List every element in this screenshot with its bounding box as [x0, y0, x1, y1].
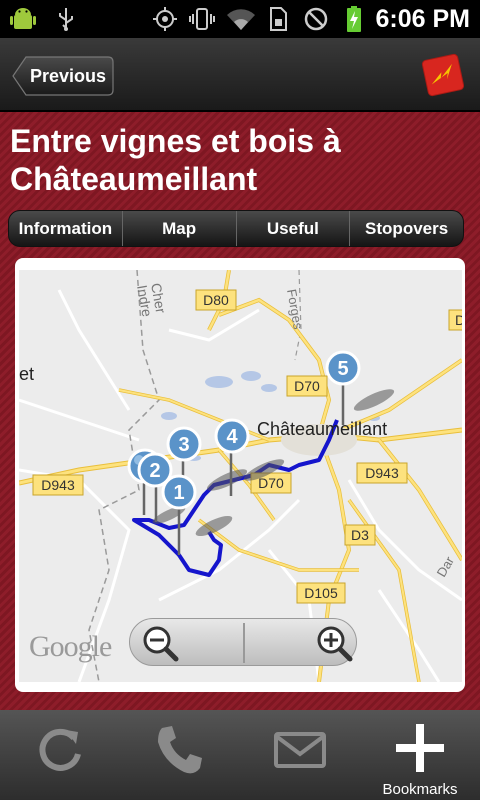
- place-label-edge: et: [19, 364, 34, 384]
- svg-text:D943: D943: [365, 465, 399, 481]
- road-label-d105: D105: [296, 582, 346, 604]
- no-signal-icon: [302, 5, 330, 33]
- android-icon: [8, 5, 38, 33]
- phone-icon: [158, 726, 202, 774]
- svg-text:D: D: [455, 312, 462, 328]
- email-button[interactable]: [240, 710, 360, 800]
- usb-icon: [54, 5, 78, 33]
- content-area: Entre vignes et bois à Châteaumeillant I…: [0, 112, 480, 710]
- plus-icon: [396, 724, 444, 772]
- zoom-out-button[interactable]: [140, 623, 180, 663]
- label-forges: Forges: [284, 288, 306, 331]
- tab-bar: Information Map Useful Stopovers: [8, 210, 464, 247]
- zoom-in-icon: [317, 626, 353, 662]
- map-marker-5[interactable]: 5: [325, 350, 361, 425]
- page-title: Entre vignes et bois à Châteaumeillant: [10, 123, 341, 197]
- map-view[interactable]: D80 D70 D943 D943 D70 D3 D105 D Cher Ind…: [19, 270, 462, 682]
- call-button[interactable]: [120, 710, 240, 800]
- gps-icon: [152, 5, 178, 33]
- vibrate-icon: [188, 5, 216, 33]
- road-label-d80: D80: [195, 289, 237, 311]
- svg-text:2: 2: [149, 460, 160, 482]
- refresh-icon: [39, 728, 81, 771]
- svg-text:3: 3: [178, 434, 189, 456]
- tab-stopovers[interactable]: Stopovers: [350, 211, 463, 246]
- refresh-button[interactable]: [0, 710, 120, 800]
- road-label-d3: D3: [344, 524, 376, 546]
- bookmarks-label: Bookmarks: [382, 781, 458, 798]
- tab-information[interactable]: Information: [9, 211, 123, 246]
- bookmarks-button[interactable]: Bookmarks: [360, 710, 480, 800]
- previous-button[interactable]: Previous: [12, 56, 114, 96]
- app-logo[interactable]: [420, 52, 466, 98]
- sim-card-icon: [266, 5, 290, 33]
- status-bar: 6:06 PM: [0, 0, 480, 38]
- bottom-toolbar: Bookmarks: [0, 710, 480, 800]
- road-label-d943-east: D943: [356, 462, 408, 484]
- svg-text:5: 5: [337, 358, 348, 380]
- status-time: 6:06 PM: [375, 5, 470, 33]
- zoom-out-icon: [143, 626, 179, 662]
- zoom-control: [129, 618, 357, 666]
- svg-text:1: 1: [173, 482, 184, 504]
- mail-icon: [274, 732, 326, 768]
- header-bar: Previous: [0, 38, 480, 112]
- svg-text:D943: D943: [41, 477, 75, 493]
- svg-text:D105: D105: [304, 585, 338, 601]
- road-label-d943-west: D943: [32, 474, 84, 496]
- road-label-d70: D70: [286, 375, 328, 397]
- svg-text:D80: D80: [203, 292, 229, 308]
- wifi-icon: [226, 5, 256, 33]
- zoom-in-button[interactable]: [314, 623, 354, 663]
- battery-charging-icon: [342, 5, 366, 33]
- map-frame: D80 D70 D943 D943 D70 D3 D105 D Cher Ind…: [15, 258, 465, 692]
- google-attribution: Google: [29, 630, 112, 663]
- road-label-d-edge: D: [448, 309, 462, 331]
- place-label-chateaumeillant: Châteaumeillant: [257, 419, 387, 439]
- svg-text:D70: D70: [258, 475, 284, 491]
- tab-useful[interactable]: Useful: [237, 211, 351, 246]
- svg-text:4: 4: [226, 426, 238, 448]
- label-dar: Dar: [434, 553, 458, 579]
- previous-label: Previous: [30, 66, 107, 86]
- tab-map[interactable]: Map: [123, 211, 237, 246]
- zoom-divider: [243, 623, 245, 663]
- svg-text:D3: D3: [351, 527, 369, 543]
- svg-text:D70: D70: [294, 378, 320, 394]
